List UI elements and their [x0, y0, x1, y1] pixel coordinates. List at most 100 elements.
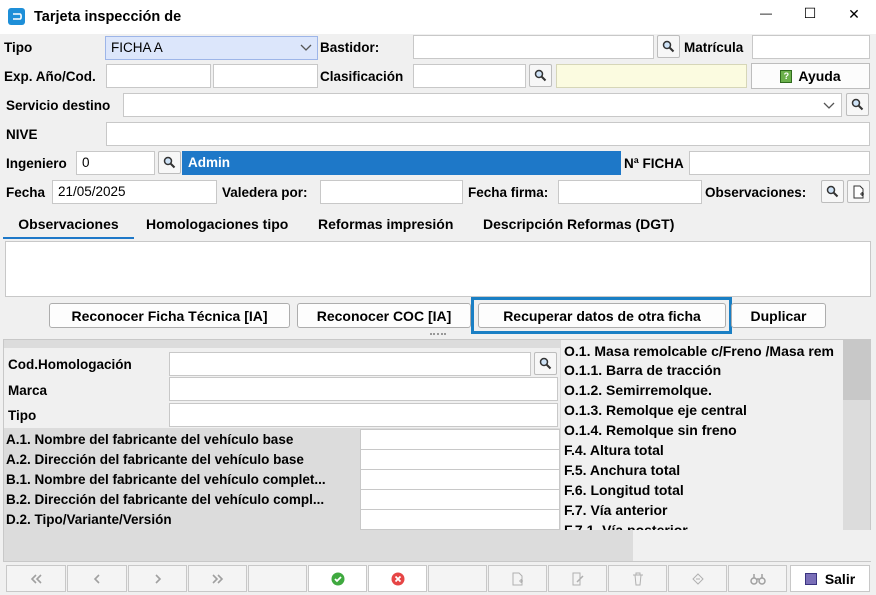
left-row-b1-input[interactable]	[360, 469, 560, 490]
recuperar-button[interactable]: Recuperar datos de otra ficha	[478, 303, 726, 328]
right-row-f5: F.5. Anchura total	[564, 462, 681, 478]
nav-cancel-button[interactable]	[368, 565, 427, 592]
observaciones-label: Observaciones:	[705, 185, 807, 200]
maximize-button[interactable]: ☐	[792, 5, 828, 27]
right-row-o1: O.1. Masa remolcable c/Freno /Masa rem	[564, 343, 835, 359]
left-row-d2-input[interactable]	[360, 509, 560, 530]
minimize-button[interactable]: —	[748, 6, 784, 28]
tipo-label: Tipo	[4, 40, 33, 55]
bastidor-search-button[interactable]	[657, 35, 680, 58]
right-row-o11: O.1.1. Barra de tracción	[564, 362, 722, 378]
first-icon	[30, 573, 42, 584]
ingeniero-input[interactable]: 0	[76, 151, 155, 175]
nav-refresh-button[interactable]	[668, 565, 727, 592]
title-bar: Tarjeta inspección de — ☐ ✕	[0, 0, 876, 34]
salir-button[interactable]: Salir	[790, 565, 870, 592]
tab-descripcion-reformas[interactable]: Descripción Reformas (DGT)	[483, 214, 674, 239]
right-row-f7: F.7. Vía anterior	[564, 502, 668, 518]
ingeniero-name: Admin	[182, 151, 621, 175]
check-icon	[331, 572, 344, 585]
servicio-select[interactable]	[123, 93, 842, 117]
binoculars-icon	[749, 573, 766, 585]
bastidor-input[interactable]	[413, 35, 654, 59]
right-row-f71: F.7.1. Vía posterior	[564, 522, 688, 530]
tipo-select[interactable]: FICHA A	[105, 36, 318, 60]
nav-spacer	[248, 565, 307, 592]
clasificacion-description	[556, 64, 747, 88]
splitter-grip[interactable]	[430, 333, 446, 337]
app-icon	[8, 8, 25, 25]
ayuda-button[interactable]: ? Ayuda	[751, 63, 870, 89]
tipo-value: FICHA A	[111, 40, 163, 55]
cancel-icon	[391, 572, 404, 585]
left-row-b2: B.2. Dirección del fabricante del vehícu…	[6, 492, 325, 507]
valedera-input[interactable]	[320, 180, 463, 204]
cod-homologacion-search-button[interactable]	[534, 352, 557, 375]
right-list-scrollbar[interactable]	[843, 340, 870, 400]
nav-spacer-2	[428, 565, 487, 592]
nive-input[interactable]	[106, 122, 870, 146]
left-row-a2-input[interactable]	[360, 449, 560, 470]
observaciones-search-button[interactable]	[821, 180, 844, 203]
valedera-label: Valedera por:	[222, 185, 308, 200]
tab-reformas-impresion[interactable]: Reformas impresión	[318, 214, 453, 239]
left-row-b1: B.1. Nombre del fabricante del vehículo …	[6, 472, 326, 487]
nav-first-button[interactable]	[6, 565, 66, 592]
duplicar-button[interactable]: Duplicar	[731, 303, 826, 328]
matricula-input[interactable]	[752, 35, 870, 59]
reconocer-ficha-button[interactable]: Reconocer Ficha Técnica [IA]	[49, 303, 290, 328]
search-icon	[826, 185, 839, 198]
edit-icon	[572, 572, 584, 585]
left-row-b2-input[interactable]	[360, 489, 560, 510]
clasificacion-search-button[interactable]	[529, 64, 552, 87]
exp-code-input[interactable]	[213, 64, 318, 88]
exp-label: Exp. Año/Cod.	[4, 69, 96, 84]
nav-prev-button[interactable]	[67, 565, 127, 592]
fecha-label: Fecha	[6, 185, 46, 200]
cod-homologacion-label: Cod.Homologación	[8, 357, 132, 372]
insert-record-icon	[512, 572, 523, 585]
close-button[interactable]: ✕	[836, 6, 872, 28]
nav-confirm-button[interactable]	[308, 565, 367, 592]
search-icon	[534, 69, 547, 82]
fecha-firma-input[interactable]	[558, 180, 702, 204]
nive-label: NIVE	[6, 127, 38, 142]
cod-homologacion-input[interactable]	[169, 352, 531, 376]
nav-insert-button[interactable]	[488, 565, 547, 592]
tab-observaciones[interactable]: Observaciones	[3, 214, 134, 239]
homologacion-tipo-input[interactable]	[169, 403, 558, 427]
nav-delete-button[interactable]	[608, 565, 667, 592]
search-icon	[539, 357, 552, 370]
salir-label: Salir	[824, 570, 856, 587]
right-row-f6: F.6. Longitud total	[564, 482, 684, 498]
tab-homologaciones-tipo[interactable]: Homologaciones tipo	[146, 214, 288, 239]
nav-search-button[interactable]	[728, 565, 787, 592]
observaciones-textarea[interactable]	[5, 241, 871, 297]
left-row-a2: A.2. Dirección del fabricante del vehícu…	[6, 452, 304, 467]
ayuda-label: Ayuda	[798, 68, 841, 84]
fecha-input[interactable]: 21/05/2025	[52, 180, 217, 204]
search-icon	[163, 156, 176, 169]
servicio-search-button[interactable]	[846, 93, 869, 116]
nav-edit-button[interactable]	[548, 565, 607, 592]
clasificacion-input[interactable]	[413, 64, 526, 88]
left-row-a1-input[interactable]	[360, 429, 560, 450]
exp-year-input[interactable]	[106, 64, 211, 88]
marca-label: Marca	[8, 383, 48, 398]
next-icon	[154, 573, 161, 584]
search-icon	[662, 40, 675, 53]
marca-input[interactable]	[169, 377, 558, 401]
refresh-icon	[691, 572, 704, 585]
ingeniero-search-button[interactable]	[158, 151, 181, 174]
homologacion-tipo-label: Tipo	[8, 408, 37, 423]
nficha-input[interactable]	[689, 151, 870, 175]
previous-icon	[93, 573, 100, 584]
nav-next-button[interactable]	[128, 565, 187, 592]
reconocer-coc-button[interactable]: Reconocer COC [IA]	[297, 303, 471, 328]
right-list-panel: O.1. Masa remolcable c/Freno /Masa rem O…	[561, 340, 843, 530]
chevron-down-icon	[823, 102, 835, 109]
nav-last-button[interactable]	[188, 565, 247, 592]
observaciones-add-button[interactable]	[847, 180, 870, 203]
clasificacion-label: Clasificación	[320, 69, 404, 84]
bastidor-label: Bastidor:	[320, 40, 380, 55]
